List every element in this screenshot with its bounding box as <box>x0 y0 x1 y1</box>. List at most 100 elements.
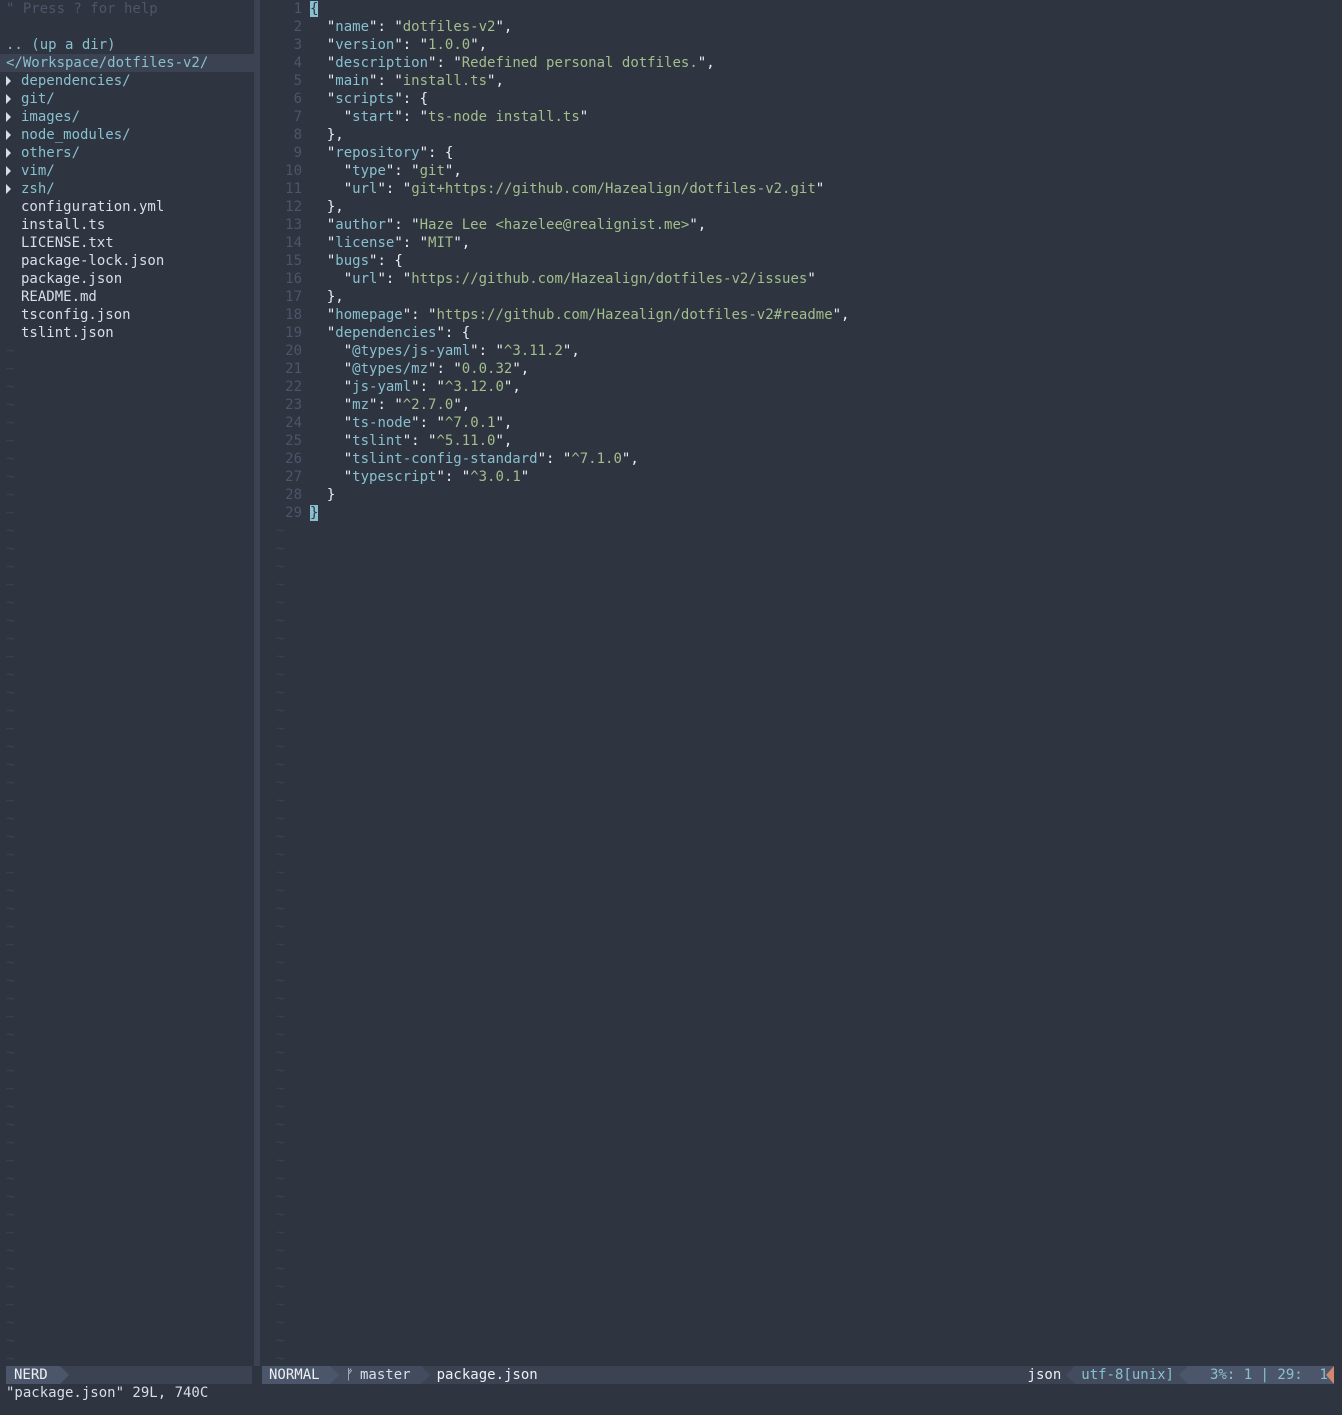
line-number: 10 <box>285 163 302 179</box>
empty-line-marker: ~ <box>6 1027 15 1043</box>
code-line[interactable]: 19 "dependencies": { <box>262 324 1342 342</box>
code-line[interactable]: 10 "type": "git", <box>262 162 1342 180</box>
editor-pane[interactable]: 1{2 "name": "dotfiles-v2", 3 "version": "… <box>262 0 1342 1366</box>
tree-file-item[interactable]: LICENSE.txt <box>0 234 254 252</box>
tree-file-item[interactable]: package-lock.json <box>0 252 254 270</box>
code-line[interactable]: 1{ <box>262 0 1342 18</box>
code-line[interactable]: 20 "@types/js-yaml": "^3.11.2", <box>262 342 1342 360</box>
line-number: 14 <box>285 235 302 251</box>
code-line[interactable]: 24 "ts-node": "^7.0.1", <box>262 414 1342 432</box>
tree-file-item[interactable]: configuration.yml <box>0 198 254 216</box>
code-line[interactable]: 7 "start": "ts-node install.ts" <box>262 108 1342 126</box>
code-line[interactable]: 4 "description": "Redefined personal dot… <box>262 54 1342 72</box>
tree-file-item[interactable]: tsconfig.json <box>0 306 254 324</box>
code-text: "mz": "^2.7.0", <box>343 397 471 413</box>
tree-dir-item[interactable]: images/ <box>0 108 254 126</box>
expand-arrow-icon[interactable] <box>6 130 11 140</box>
code-line[interactable]: 29} <box>262 504 1342 522</box>
empty-line-marker: ~ <box>276 523 285 539</box>
up-dir-link[interactable]: .. (up a dir) <box>0 36 254 54</box>
line-number: 16 <box>285 271 302 287</box>
empty-line-marker: ~ <box>6 631 15 647</box>
line-number: 20 <box>285 343 302 359</box>
tree-file-item[interactable]: install.ts <box>0 216 254 234</box>
line-number: 6 <box>293 91 302 107</box>
tree-dir-item[interactable]: others/ <box>0 144 254 162</box>
code-line[interactable]: 9 "repository": { <box>262 144 1342 162</box>
code-line[interactable]: 11 "url": "git+https://github.com/Hazeal… <box>262 180 1342 198</box>
line-number: 23 <box>285 397 302 413</box>
empty-line-marker: ~ <box>276 1351 285 1366</box>
empty-line-marker: ~ <box>6 955 15 971</box>
expand-arrow-icon[interactable] <box>6 184 11 194</box>
empty-line-marker: ~ <box>6 667 15 683</box>
code-line[interactable]: 21 "@types/mz": "0.0.32", <box>262 360 1342 378</box>
code-line[interactable]: 6 "scripts": { <box>262 90 1342 108</box>
code-line[interactable]: 22 "js-yaml": "^3.12.0", <box>262 378 1342 396</box>
empty-line-marker: ~ <box>6 343 15 359</box>
tree-item-label: tslint.json <box>21 325 114 341</box>
code-line[interactable]: 18 "homepage": "https://github.com/Hazea… <box>262 306 1342 324</box>
tree-dir-item[interactable]: git/ <box>0 90 254 108</box>
vertical-split-separator[interactable] <box>254 0 260 1366</box>
empty-line-marker: ~ <box>6 775 15 791</box>
empty-line-marker: ~ <box>6 1063 15 1079</box>
cursor-position: 3%: 1 | 29: 1 <box>1178 1366 1334 1384</box>
code-line[interactable]: 27 "typescript": "^3.0.1" <box>262 468 1342 486</box>
code-text: "author": "Haze Lee <hazelee@realignist.… <box>326 217 707 233</box>
tree-dir-item[interactable]: node_modules/ <box>0 126 254 144</box>
expand-arrow-icon[interactable] <box>6 148 11 158</box>
empty-line-marker: ~ <box>6 937 15 953</box>
empty-line-marker: ~ <box>6 577 15 593</box>
tree-file-item[interactable]: tslint.json <box>0 324 254 342</box>
tree-dir-item[interactable]: vim/ <box>0 162 254 180</box>
empty-line-marker: ~ <box>6 1297 15 1313</box>
empty-line-marker: ~ <box>276 775 285 791</box>
empty-line-marker: ~ <box>6 649 15 665</box>
code-line[interactable]: 28 } <box>262 486 1342 504</box>
empty-line-marker: ~ <box>6 685 15 701</box>
code-line[interactable]: 14 "license": "MIT", <box>262 234 1342 252</box>
code-text: "name": "dotfiles-v2", <box>326 19 513 35</box>
empty-line-marker: ~ <box>6 757 15 773</box>
code-text: "tslint": "^5.11.0", <box>343 433 513 449</box>
code-buffer[interactable]: 1{2 "name": "dotfiles-v2", 3 "version": "… <box>262 0 1342 522</box>
empty-line-marker: ~ <box>276 703 285 719</box>
empty-line-marker: ~ <box>6 865 15 881</box>
code-text: "url": "https://github.com/Hazealign/dot… <box>343 271 816 287</box>
code-line[interactable]: 2 "name": "dotfiles-v2", <box>262 18 1342 36</box>
empty-line-marker: ~ <box>276 1153 285 1169</box>
command-line[interactable]: "package.json" 29L, 740C <box>6 1384 208 1402</box>
code-line[interactable]: 5 "main": "install.ts", <box>262 72 1342 90</box>
tree-item-label: dependencies/ <box>21 73 131 89</box>
line-number: 5 <box>293 73 302 89</box>
expand-arrow-icon[interactable] <box>6 112 11 122</box>
nerdtree-pane[interactable]: " Press ? for help .. (up a dir) </Works… <box>0 0 254 1366</box>
code-line[interactable]: 3 "version": "1.0.0", <box>262 36 1342 54</box>
empty-line-marker: ~ <box>276 1189 285 1205</box>
empty-line-marker: ~ <box>276 1135 285 1151</box>
empty-line-marker: ~ <box>6 469 15 485</box>
empty-line-marker: ~ <box>6 847 15 863</box>
tree-dir-item[interactable]: zsh/ <box>0 180 254 198</box>
line-number: 3 <box>293 37 302 53</box>
tree-file-item[interactable]: package.json <box>0 270 254 288</box>
code-line[interactable]: 8 }, <box>262 126 1342 144</box>
tree-file-item[interactable]: README.md <box>0 288 254 306</box>
empty-line-marker: ~ <box>276 613 285 629</box>
code-line[interactable]: 12 }, <box>262 198 1342 216</box>
nerdtree-status-label: NERD <box>6 1366 69 1384</box>
tree-dir-item[interactable]: dependencies/ <box>0 72 254 90</box>
code-line[interactable]: 15 "bugs": { <box>262 252 1342 270</box>
expand-arrow-icon[interactable] <box>6 94 11 104</box>
code-line[interactable]: 16 "url": "https://github.com/Hazealign/… <box>262 270 1342 288</box>
expand-arrow-icon[interactable] <box>6 166 11 176</box>
current-directory[interactable]: </Workspace/dotfiles-v2/ <box>0 54 254 72</box>
code-line[interactable]: 17 }, <box>262 288 1342 306</box>
line-number: 17 <box>285 289 302 305</box>
code-line[interactable]: 13 "author": "Haze Lee <hazelee@realigni… <box>262 216 1342 234</box>
code-line[interactable]: 26 "tslint-config-standard": "^7.1.0", <box>262 450 1342 468</box>
code-line[interactable]: 25 "tslint": "^5.11.0", <box>262 432 1342 450</box>
code-line[interactable]: 23 "mz": "^2.7.0", <box>262 396 1342 414</box>
expand-arrow-icon[interactable] <box>6 76 11 86</box>
